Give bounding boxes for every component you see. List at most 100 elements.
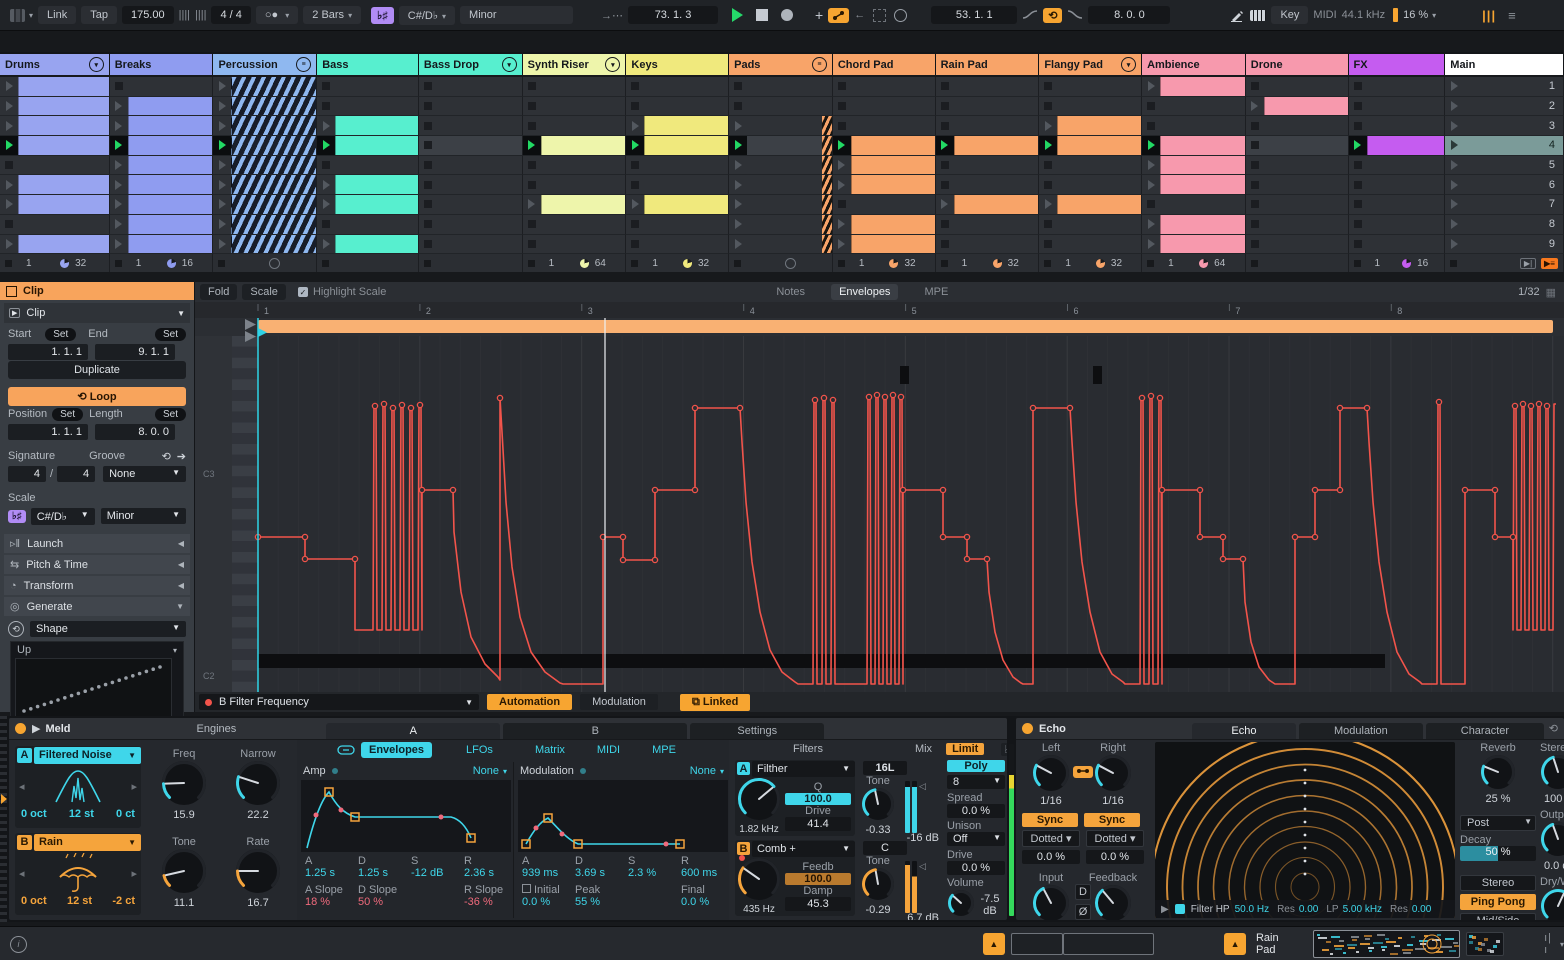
clip-stop-button[interactable] bbox=[1353, 220, 1362, 229]
clip-slot[interactable] bbox=[729, 136, 833, 156]
track-stop-button[interactable] bbox=[114, 259, 122, 267]
clip-body[interactable] bbox=[335, 195, 418, 214]
clip-body[interactable] bbox=[747, 116, 832, 136]
record-button[interactable] bbox=[781, 9, 794, 21]
track-header-pads[interactable]: Pads ≡ bbox=[729, 52, 833, 75]
mod-envelope-display[interactable] bbox=[518, 780, 728, 852]
clip-stop-button[interactable] bbox=[5, 220, 13, 229]
scene-launch-icon[interactable] bbox=[1451, 81, 1459, 92]
clip-launch-button[interactable] bbox=[935, 136, 954, 155]
track-stop-button[interactable] bbox=[734, 259, 742, 267]
clip-slot[interactable] bbox=[1348, 155, 1446, 176]
clip-stop-button[interactable] bbox=[1353, 121, 1362, 130]
scene-launch-icon[interactable] bbox=[1451, 179, 1459, 190]
meld-tab-settings[interactable]: Settings bbox=[690, 723, 825, 739]
clip-slot[interactable] bbox=[1039, 175, 1143, 196]
clip-slot[interactable] bbox=[522, 155, 627, 176]
pitch-time-section[interactable]: ⇆ Pitch & Time ◀ bbox=[4, 555, 190, 574]
track-list-icon[interactable]: ≡ bbox=[811, 57, 827, 72]
clip-stop-button[interactable] bbox=[1147, 200, 1156, 209]
track-status-cell[interactable]: 1 32 bbox=[626, 254, 730, 273]
clip-body[interactable] bbox=[644, 195, 729, 214]
clip-body[interactable] bbox=[18, 234, 109, 254]
clip-section-header[interactable]: ▶ Clip ▼ bbox=[4, 303, 190, 323]
clip-stop-button[interactable] bbox=[734, 102, 743, 111]
track-status-cell[interactable]: 1 16 bbox=[109, 254, 214, 273]
clip-slot[interactable] bbox=[213, 77, 318, 97]
clip-launch-button[interactable] bbox=[213, 97, 231, 116]
mid-side-button[interactable]: Mid/Side bbox=[1460, 913, 1536, 920]
env-link-icon[interactable] bbox=[337, 745, 355, 755]
clip-stop-button[interactable] bbox=[1250, 121, 1259, 130]
clip-stop-button[interactable] bbox=[1353, 102, 1362, 111]
clip-slot[interactable]: 8 bbox=[1445, 214, 1564, 235]
draw-mode-button[interactable] bbox=[1230, 9, 1244, 22]
clip-stop-button[interactable] bbox=[631, 239, 640, 248]
track-status-cell[interactable]: 1 32 bbox=[935, 254, 1040, 273]
clip-slot[interactable] bbox=[522, 116, 627, 137]
narrow-knob[interactable] bbox=[235, 760, 281, 809]
subtab-midi[interactable]: MIDI bbox=[589, 742, 628, 758]
echo-right-offset[interactable]: 0.0 % bbox=[1086, 850, 1144, 864]
meld-expand-icon[interactable]: ▶ bbox=[32, 722, 40, 735]
echo-right-knob[interactable] bbox=[1094, 754, 1132, 795]
launch-section[interactable]: ▹‖ Launch ◀ bbox=[4, 534, 190, 553]
clip-slot[interactable] bbox=[729, 175, 833, 196]
signature-numerator-field[interactable]: 4 bbox=[8, 466, 46, 482]
clip-slot[interactable] bbox=[109, 96, 214, 117]
echo-d-button[interactable]: D bbox=[1075, 884, 1091, 900]
engine-a-semi[interactable]: 12 st bbox=[69, 808, 94, 820]
unison-select[interactable]: Off ▼ bbox=[947, 832, 1005, 846]
clip-body[interactable] bbox=[747, 136, 832, 155]
clip-stop-button[interactable] bbox=[527, 102, 536, 111]
clip-launch-button[interactable] bbox=[833, 156, 851, 175]
clip-body[interactable] bbox=[231, 195, 317, 214]
clip-slot[interactable] bbox=[317, 195, 419, 215]
clip-slot[interactable] bbox=[1348, 136, 1446, 156]
shape-generator-display[interactable]: Up ▾ bbox=[10, 641, 184, 727]
echo-tab-echo[interactable]: Echo bbox=[1191, 723, 1296, 739]
echo-phase-button[interactable]: Ø bbox=[1075, 904, 1091, 920]
clip-body[interactable] bbox=[1160, 234, 1245, 254]
clip-slot[interactable] bbox=[109, 136, 214, 156]
clip-stop-button[interactable] bbox=[1353, 200, 1362, 209]
clip-slot[interactable] bbox=[109, 77, 214, 97]
session-view-icon[interactable]: ||| bbox=[1482, 8, 1496, 23]
clip-launch-button[interactable] bbox=[1039, 116, 1057, 135]
clip-launch-button[interactable] bbox=[1142, 156, 1160, 175]
volume-knob[interactable] bbox=[947, 889, 975, 920]
clip-slot[interactable] bbox=[832, 77, 936, 97]
clip-stop-button[interactable] bbox=[527, 161, 536, 170]
clip-slot[interactable] bbox=[832, 136, 936, 156]
mix-b-fader-handle[interactable]: ◁ bbox=[919, 861, 926, 913]
clip-scale-name-select[interactable]: Minor ▼ bbox=[100, 508, 186, 524]
clip-launch-button[interactable] bbox=[213, 77, 231, 96]
clip-launch-button[interactable] bbox=[1348, 136, 1367, 155]
clip-body[interactable] bbox=[1057, 195, 1142, 214]
echo-random-icon[interactable]: ⟲ bbox=[1549, 722, 1558, 735]
clip-launch-button[interactable] bbox=[626, 116, 644, 135]
clip-body[interactable] bbox=[18, 116, 109, 136]
grid-interval-value[interactable]: 1/32 bbox=[1518, 286, 1539, 298]
scene-launch-icon[interactable] bbox=[1451, 120, 1459, 131]
meld-tab-a[interactable]: A bbox=[326, 723, 501, 739]
clip-launch-button[interactable] bbox=[1039, 136, 1058, 155]
clip-slot[interactable] bbox=[832, 116, 936, 137]
clip-launch-button[interactable] bbox=[110, 195, 128, 214]
loop-button[interactable]: ⟲ Loop bbox=[8, 386, 186, 406]
engine-a-cents[interactable]: 0 ct bbox=[116, 808, 135, 820]
tap-tempo-button[interactable]: Tap bbox=[81, 6, 117, 24]
engine-b-cents[interactable]: -2 ct bbox=[112, 895, 135, 907]
filter-a-type-select[interactable]: Filther ▼ bbox=[752, 760, 855, 777]
track-stop-button[interactable] bbox=[1044, 259, 1052, 267]
track-status-cell[interactable]: 1 32 bbox=[0, 254, 110, 273]
clip-body[interactable] bbox=[231, 96, 317, 116]
stop-button[interactable] bbox=[756, 9, 769, 21]
clip-body[interactable] bbox=[231, 234, 317, 254]
clip-body[interactable] bbox=[18, 195, 109, 214]
clip-launch-button[interactable] bbox=[0, 175, 18, 194]
poly-button[interactable]: Poly bbox=[947, 760, 1005, 772]
clip-launch-button[interactable] bbox=[317, 175, 335, 194]
echo-link-button[interactable] bbox=[1073, 766, 1093, 778]
q-value[interactable]: 100.0 bbox=[785, 793, 851, 805]
